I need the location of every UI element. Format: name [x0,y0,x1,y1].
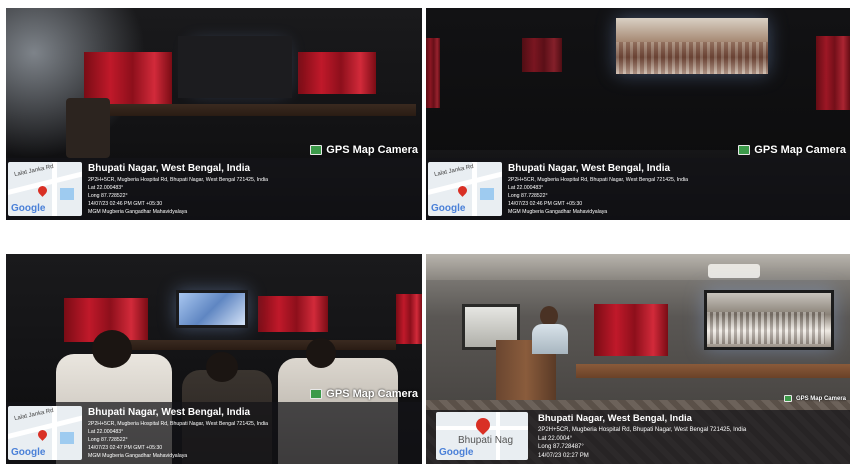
watermark-text: GPS Map Camera [326,144,418,156]
curtain [522,38,562,72]
longitude: Long 87.728522° [88,193,128,199]
curtain [258,296,328,332]
watermark-text: GPS Map Camera [795,395,846,402]
timestamp: 14/07/23 02:46 PM GMT +05:30 [88,201,163,207]
location-info: Bhupati Nagar, West Bengal, India 2P2H+5… [88,163,418,216]
table [96,104,416,116]
curtain [816,36,850,110]
audience-member-head [92,330,132,368]
watermark-text: GPS Map Camera [326,388,418,400]
projector [708,264,760,278]
gps-watermark: GPS Map Camera [310,144,418,156]
location-info: Bhupati Nagar, West Bengal, India 2P2H+5… [88,407,418,460]
map-thumbnail: Lalat Janka Rd Google [8,162,82,216]
map-street-label: Lalat Janka Rd [433,163,475,179]
curtain [84,52,172,104]
gps-watermark: GPS Map Camera [738,144,846,156]
audience-member-head [306,338,336,368]
watermark-text: GPS Map Camera [754,144,846,156]
address-line: 2P2H+5CR, Mugberia Hospital Rd, Bhupati … [88,177,268,183]
longitude: Long 87.728522° [88,437,128,443]
city-label: Bhupati Nagar, West Bengal, India [508,163,671,174]
map-place-label: Bhupati Nag [458,435,514,446]
speaker-head [540,306,558,326]
google-logo: Google [439,447,474,458]
projection-screen [176,290,248,328]
address-line: 2P2H+5CR, Mugberia Hospital Rd, Bhupati … [88,421,268,427]
photo-4: GPS Map Camera Bhupati Nag Google Bhupat… [426,254,850,464]
photo-1: GPS Map Camera Lalat Janka Rd Google Bhu… [6,8,422,220]
location-pin-icon [473,415,493,435]
gps-overlay: Lalat Janka Rd Google Bhupati Nagar, Wes… [6,402,422,464]
gps-overlay: Bhupati Nag Google Bhupati Nagar, West B… [426,410,850,464]
google-logo: Google [11,447,46,458]
latitude: Lat 22.000483° [88,429,124,435]
address-line: 2P2H+5CR, Mugberia Hospital Rd, Bhupati … [538,427,747,433]
map-thumbnail: Lalat Janka Rd Google [428,162,502,216]
location-info: Bhupati Nagar, West Bengal, India 2P2H+5… [538,413,846,460]
table [96,340,396,350]
photo-3: GPS Map Camera Lalat Janka Rd Google Bhu… [6,254,422,464]
place-name: MGM Mugberia Gangadhar Mahavidyalaya [508,209,608,215]
place-name: MGM Mugberia Gangadhar Mahavidyalaya [88,453,188,459]
latitude: Lat 22.000483° [88,185,124,191]
speaker [532,324,568,354]
camera-icon [783,395,792,402]
map-street-label: Lalat Janka Rd [13,407,55,423]
audience-member-head [206,352,238,382]
curtain [298,52,376,94]
map-street-label: Lalat Janka Rd [13,163,55,179]
camera-icon [310,389,323,399]
gps-overlay: Lalat Janka Rd Google Bhupati Nagar, Wes… [6,158,422,220]
gps-watermark: GPS Map Camera [783,395,846,402]
photo-2: GPS Map Camera Lalat Janka Rd Google Bhu… [426,8,850,220]
city-label: Bhupati Nagar, West Bengal, India [88,163,251,174]
google-logo: Google [11,203,46,214]
map-thumbnail: Lalat Janka Rd Google [8,406,82,460]
table [576,364,850,378]
curtain [594,304,668,356]
latitude: Lat 22.000483° [508,185,544,191]
place-name: MGM Mugberia Gangadhar Mahavidyalaya [88,209,188,215]
address-line: 2P2H+5CR, Mugberia Hospital Rd, Bhupati … [508,177,688,183]
location-info: Bhupati Nagar, West Bengal, India 2P2H+5… [508,163,846,216]
gps-overlay: Lalat Janka Rd Google Bhupati Nagar, Wes… [426,158,850,220]
latitude: Lat 22.0004° [538,435,573,442]
google-logo: Google [431,203,466,214]
camera-icon [738,145,751,155]
city-label: Bhupati Nagar, West Bengal, India [538,413,692,424]
curtain [426,38,440,108]
curtain [396,294,422,344]
timestamp: 14/07/23 02:27 PM [538,452,589,459]
timestamp: 14/07/23 02:46 PM GMT +05:30 [508,201,583,207]
longitude: Long 87.728522° [508,193,548,199]
gps-watermark: GPS Map Camera [310,388,418,400]
map-thumbnail: Bhupati Nag Google [436,412,528,460]
city-label: Bhupati Nagar, West Bengal, India [88,407,251,418]
timestamp: 14/07/23 02:47 PM GMT +05:30 [88,445,163,451]
longitude: Long 87.728487° [538,444,584,450]
camera-icon [310,145,323,155]
